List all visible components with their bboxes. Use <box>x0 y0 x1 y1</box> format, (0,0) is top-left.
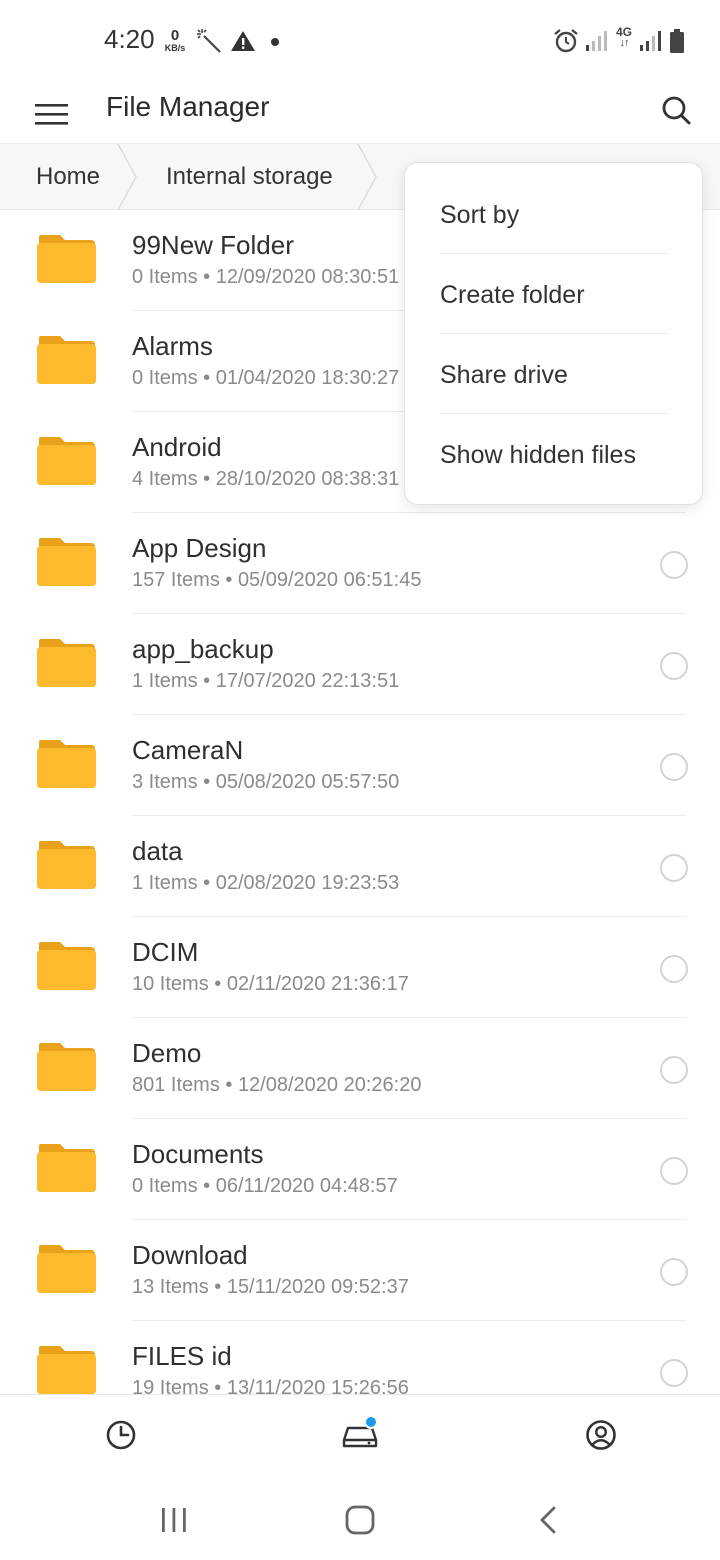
menu-item-share-drive[interactable]: Share drive <box>440 335 668 415</box>
hamburger-menu-icon <box>35 104 68 125</box>
signal-icon <box>640 31 661 51</box>
folder-name: data <box>132 836 183 866</box>
network-speed-unit: KB/s <box>164 43 186 53</box>
notification-badge <box>364 1415 378 1429</box>
home-icon <box>345 1505 375 1535</box>
folder-icon <box>37 1245 96 1293</box>
search-icon <box>662 96 691 125</box>
folder-meta: 0 Items • 01/04/2020 18:30:27 <box>132 367 400 389</box>
folder-name: 99New Folder <box>132 230 294 260</box>
folder-meta: 1 Items • 17/07/2020 22:13:51 <box>132 670 400 692</box>
menu-divider <box>440 253 668 254</box>
folder-name: Alarms <box>132 331 213 361</box>
folder-icon <box>37 740 96 788</box>
back-icon <box>540 1506 556 1534</box>
search-button[interactable] <box>654 88 698 132</box>
list-item[interactable]: Documents 0 Items • 06/11/2020 04:48:57 <box>0 1119 720 1220</box>
chevron-right-icon <box>117 144 137 210</box>
page-title: File Manager <box>106 91 270 122</box>
list-item[interactable]: data 1 Items • 02/08/2020 19:23:53 <box>0 816 720 917</box>
select-checkbox[interactable] <box>660 753 688 781</box>
folder-meta: 0 Items • 06/11/2020 04:48:57 <box>132 1175 398 1197</box>
folder-name: Android <box>132 432 222 462</box>
select-checkbox[interactable] <box>660 854 688 882</box>
account-circle-icon <box>586 1420 616 1450</box>
folder-icon <box>37 437 96 485</box>
nav-account-button[interactable] <box>579 1413 623 1457</box>
folder-meta: 19 Items • 13/11/2020 15:26:56 <box>132 1377 409 1394</box>
list-item[interactable]: app_backup 1 Items • 17/07/2020 22:13:51 <box>0 614 720 715</box>
folder-meta: 157 Items • 05/09/2020 06:51:45 <box>132 569 422 591</box>
menu-divider <box>440 413 668 414</box>
recents-button[interactable] <box>152 1498 196 1542</box>
folder-meta: 4 Items • 28/10/2020 08:38:31 <box>132 468 400 490</box>
select-checkbox[interactable] <box>660 1258 688 1286</box>
select-checkbox[interactable] <box>660 1157 688 1185</box>
folder-meta: 13 Items • 15/11/2020 09:52:37 <box>132 1276 409 1298</box>
back-button[interactable] <box>526 1498 570 1542</box>
folder-name: DCIM <box>132 937 199 967</box>
list-item[interactable]: Download 13 Items • 15/11/2020 09:52:37 <box>0 1220 720 1321</box>
folder-icon <box>37 639 96 687</box>
system-nav-bar <box>0 1480 720 1560</box>
data-arrows-icon: ↓↑ <box>619 37 630 49</box>
alert-triangle-icon <box>231 31 255 51</box>
folder-name: FILES id <box>132 1341 232 1371</box>
bottom-nav <box>0 1394 720 1480</box>
folder-name: app_backup <box>132 634 274 664</box>
alarm-icon <box>554 29 578 53</box>
battery-icon <box>670 29 684 53</box>
select-checkbox[interactable] <box>660 955 688 983</box>
menu-button[interactable] <box>30 90 74 134</box>
select-checkbox[interactable] <box>660 1056 688 1084</box>
folder-meta: 3 Items • 05/08/2020 05:57:50 <box>132 771 400 793</box>
folder-name: Demo <box>132 1038 202 1068</box>
select-checkbox[interactable] <box>660 551 688 579</box>
network-speed: 0 KB/s <box>160 28 190 53</box>
folder-name: Documents <box>132 1139 264 1169</box>
list-item[interactable]: App Design 157 Items • 05/09/2020 06:51:4… <box>0 513 720 614</box>
folder-icon <box>37 1144 96 1192</box>
signal-icon <box>586 31 607 51</box>
folder-name: App Design <box>132 533 267 563</box>
list-item[interactable]: CameraN 3 Items • 05/08/2020 05:57:50 <box>0 715 720 816</box>
recents-icon <box>162 1508 186 1532</box>
recent-clock-icon <box>106 1420 136 1450</box>
breadcrumb-item-home[interactable]: Home <box>36 144 100 210</box>
dot-icon <box>271 38 279 46</box>
list-item[interactable]: Demo 801 Items • 12/08/2020 20:26:20 <box>0 1018 720 1119</box>
folder-icon <box>37 538 96 586</box>
status-time: 4:20 <box>104 24 155 54</box>
folder-icon <box>37 942 96 990</box>
menu-item-create-folder[interactable]: Create folder <box>440 255 668 335</box>
network-speed-value: 0 <box>170 27 180 44</box>
chevron-right-icon <box>357 144 377 210</box>
folder-name: Download <box>132 1240 248 1270</box>
breadcrumb-item-internal-storage[interactable]: Internal storage <box>166 144 333 210</box>
list-item[interactable]: FILES id 19 Items • 13/11/2020 15:26:56 <box>0 1321 720 1394</box>
magic-wand-icon <box>197 29 221 53</box>
status-bar: 4:20 0 KB/s 4G ↓↑ <box>0 0 720 80</box>
select-checkbox[interactable] <box>660 1359 688 1387</box>
nav-recent-button[interactable] <box>99 1413 143 1457</box>
folder-meta: 1 Items • 02/08/2020 19:23:53 <box>132 872 400 894</box>
folder-icon <box>37 841 96 889</box>
home-button[interactable] <box>338 1498 382 1542</box>
folder-icon <box>37 235 96 283</box>
select-checkbox[interactable] <box>660 652 688 680</box>
folder-icon <box>37 336 96 384</box>
folder-meta: 801 Items • 12/08/2020 20:26:20 <box>132 1074 422 1096</box>
menu-item-sort-by[interactable]: Sort by <box>440 175 668 255</box>
menu-divider <box>440 333 668 334</box>
overflow-menu: Sort by Create folder Share drive Show h… <box>404 162 703 505</box>
app-bar: File Manager <box>0 80 720 144</box>
folder-icon <box>37 1043 96 1091</box>
folder-meta: 10 Items • 02/11/2020 21:36:17 <box>132 973 409 995</box>
folder-icon <box>37 1346 96 1394</box>
network-4g-icon: 4G ↓↑ <box>614 26 634 49</box>
list-item[interactable]: DCIM 10 Items • 02/11/2020 21:36:17 <box>0 917 720 1018</box>
menu-item-show-hidden-files[interactable]: Show hidden files <box>440 415 668 495</box>
folder-name: CameraN <box>132 735 244 765</box>
folder-meta: 0 Items • 12/09/2020 08:30:51 <box>132 266 400 288</box>
